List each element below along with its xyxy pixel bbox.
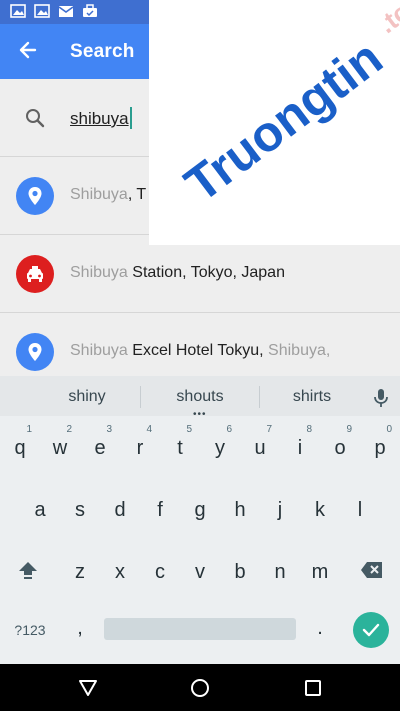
mail-icon <box>58 6 74 17</box>
enter-key[interactable] <box>353 612 389 648</box>
key-f[interactable]: f <box>140 484 180 532</box>
key-r[interactable]: 4r <box>120 422 160 470</box>
checkmark-icon <box>362 623 380 637</box>
recents-square-icon <box>305 680 321 696</box>
image-icon <box>10 4 26 18</box>
suggestion-item[interactable]: shiny <box>46 388 128 406</box>
key-g[interactable]: g <box>180 484 220 532</box>
backspace-icon <box>361 562 382 578</box>
watermark-logo: Truongtin .top <box>175 0 400 213</box>
key-q[interactable]: 1q <box>0 422 40 470</box>
soft-keyboard: shiny shouts shirts ••• 1q 2w 3e 4r 5t 6… <box>0 376 400 664</box>
text-cursor <box>129 107 132 129</box>
key-y[interactable]: 6y <box>200 422 240 470</box>
key-t[interactable]: 5t <box>160 422 200 470</box>
search-result-item[interactable]: Shibuya Station, Tokyo, Japan <box>0 235 400 313</box>
svg-text:Truongtin: Truongtin <box>175 29 393 212</box>
back-triangle-icon <box>79 680 97 696</box>
svg-text:.top: .top <box>373 0 400 39</box>
divider <box>140 386 141 408</box>
arrow-back-icon <box>19 41 37 59</box>
key-j[interactable]: j <box>260 484 300 532</box>
nav-home-button[interactable] <box>189 677 211 699</box>
key-s[interactable]: s <box>60 484 100 532</box>
result-text: Shibuya, T <box>70 186 147 203</box>
key-u[interactable]: 7u <box>240 422 280 470</box>
key-l[interactable]: l <box>340 484 380 532</box>
result-text: Shibuya Station, Tokyo, Japan <box>70 264 285 281</box>
more-suggestions-dots[interactable]: ••• <box>193 410 207 420</box>
key-x[interactable]: x <box>100 546 140 594</box>
home-circle-icon <box>191 679 209 697</box>
backspace-key[interactable] <box>352 556 392 584</box>
key-v[interactable]: v <box>180 546 220 594</box>
shift-arrow-icon <box>19 562 37 579</box>
key-d[interactable]: d <box>100 484 140 532</box>
back-button[interactable] <box>10 32 46 68</box>
shift-key[interactable] <box>8 556 48 584</box>
key-a[interactable]: a <box>20 484 60 532</box>
key-b[interactable]: b <box>220 546 260 594</box>
watermark: Truongtin .top <box>149 0 400 245</box>
search-input[interactable]: shibuya <box>70 107 132 129</box>
page-title: Search <box>70 41 135 62</box>
place-pin-icon <box>16 333 54 371</box>
key-z[interactable]: z <box>60 546 100 594</box>
place-pin-icon <box>16 177 54 215</box>
key-h[interactable]: h <box>220 484 260 532</box>
search-input-value: shibuya <box>70 109 129 128</box>
key-k[interactable]: k <box>300 484 340 532</box>
nav-recents-button[interactable] <box>302 677 324 699</box>
image-icon <box>34 4 50 18</box>
result-text: Shibuya Excel Hotel Tokyu, Shibuya, <box>70 342 331 359</box>
suggestion-item[interactable]: shouts <box>158 388 242 406</box>
key-w[interactable]: 2w <box>40 422 80 470</box>
key-p[interactable]: 0p <box>360 422 400 470</box>
key-i[interactable]: 8i <box>280 422 320 470</box>
suggestion-item[interactable]: shirts <box>272 388 352 406</box>
key-c[interactable]: c <box>140 546 180 594</box>
taxi-icon <box>16 255 54 293</box>
search-icon <box>26 109 45 128</box>
key-e[interactable]: 3e <box>80 422 120 470</box>
briefcase-icon <box>83 4 97 17</box>
period-key[interactable]: . <box>304 612 336 644</box>
space-key[interactable] <box>104 618 296 640</box>
key-o[interactable]: 9o <box>320 422 360 470</box>
comma-key[interactable]: , <box>64 612 96 644</box>
suggestion-strip: shiny shouts shirts ••• <box>0 376 400 420</box>
microphone-icon[interactable] <box>372 388 390 408</box>
key-n[interactable]: n <box>260 546 300 594</box>
divider <box>259 386 260 408</box>
symbols-key[interactable]: ?123 <box>6 616 54 644</box>
key-m[interactable]: m <box>300 546 340 594</box>
system-nav-bar <box>0 664 400 711</box>
nav-back-button[interactable] <box>77 677 99 699</box>
